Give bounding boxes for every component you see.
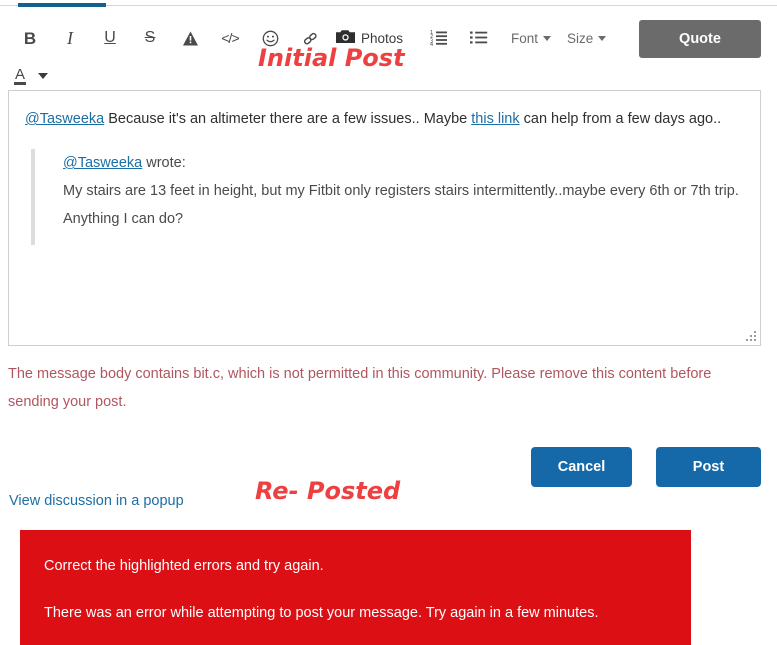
cancel-button[interactable]: Cancel (531, 447, 632, 487)
message-text-before-link: Because it's an altimeter there are a fe… (104, 111, 472, 127)
annotation-re-posted: Re- Posted (255, 477, 401, 505)
underline-icon[interactable]: U (96, 24, 124, 52)
svg-text:4: 4 (430, 42, 433, 46)
tab-strip-divider (0, 5, 777, 6)
numbered-list-icon[interactable]: 1 2 3 4 (425, 24, 453, 52)
inline-link[interactable]: this link (471, 111, 519, 127)
font-dropdown[interactable]: Font (511, 30, 552, 46)
quote-text: My stairs are 13 feet in height, but my … (63, 183, 739, 227)
message-text-after-link: can help from a few days ago.. (519, 111, 722, 127)
quote-wrote-label: wrote: (142, 155, 186, 171)
italic-icon[interactable]: I (56, 24, 84, 52)
quoted-message-block: @Tasweeka wrote: My stairs are 13 feet i… (31, 149, 744, 245)
post-button[interactable]: Post (656, 447, 761, 487)
size-dropdown-label: Size (567, 30, 594, 46)
error-banner-line-2: There was an error while attempting to p… (44, 605, 599, 621)
editor-tab-strip (0, 0, 777, 10)
validation-error-message: The message body contains bit.c, which i… (8, 366, 712, 410)
font-dropdown-label: Font (511, 30, 539, 46)
quote-attribution: @Tasweeka wrote: (63, 149, 744, 177)
mention-link[interactable]: @Tasweeka (25, 111, 104, 127)
message-body-text: @Tasweeka Because it's an altimeter ther… (25, 105, 744, 133)
chevron-down-icon (38, 73, 49, 79)
active-tab-indicator[interactable] (18, 3, 106, 7)
bullet-list-icon[interactable] (465, 24, 493, 52)
text-color-button[interactable]: A (14, 66, 49, 86)
strikethrough-icon[interactable]: S (136, 24, 164, 52)
code-icon[interactable]: </> (216, 24, 244, 52)
error-banner: Correct the highlighted errors and try a… (20, 530, 691, 645)
clear-formatting-icon[interactable] (176, 24, 204, 52)
chevron-down-icon (543, 35, 552, 41)
quote-button[interactable]: Quote (639, 20, 761, 58)
annotation-initial-post: Initial Post (258, 44, 405, 72)
bold-icon[interactable]: B (16, 24, 44, 52)
textarea-resize-handle[interactable] (746, 331, 758, 343)
text-color-a-icon: A (14, 66, 27, 86)
size-dropdown[interactable]: Size (567, 30, 607, 46)
message-body-editor[interactable]: @Tasweeka Because it's an altimeter ther… (8, 90, 761, 346)
view-discussion-popup-link[interactable]: View discussion in a popup (9, 493, 184, 509)
quote-author-link[interactable]: @Tasweeka (63, 155, 142, 171)
chevron-down-icon (598, 35, 607, 41)
error-banner-line-1: Correct the highlighted errors and try a… (44, 558, 324, 574)
